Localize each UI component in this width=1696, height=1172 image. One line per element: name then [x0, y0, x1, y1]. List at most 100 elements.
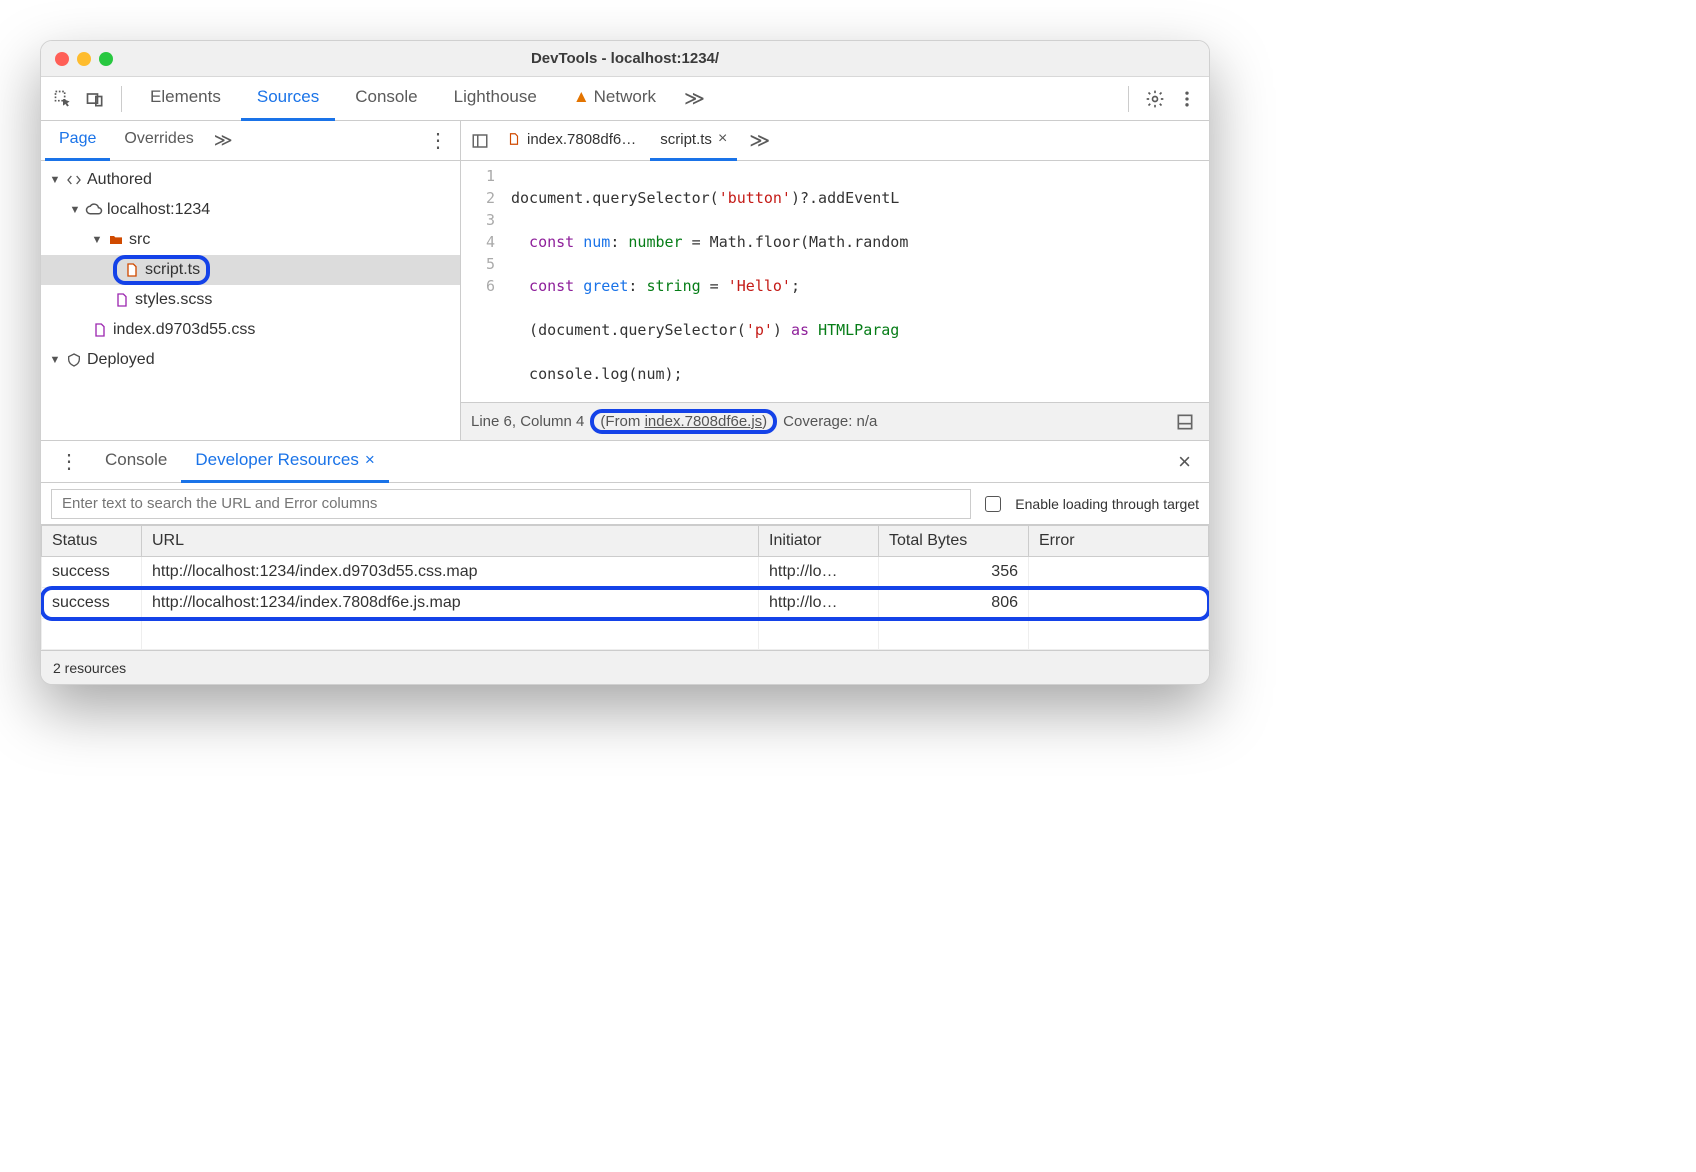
cloud-icon	[85, 201, 103, 219]
tab-lighthouse[interactable]: Lighthouse	[438, 77, 553, 121]
code-lines: document.querySelector('button')?.addEve…	[505, 161, 1209, 402]
cell-status: success	[42, 557, 142, 588]
warning-icon: ▲	[573, 87, 590, 107]
line-number: 4	[461, 231, 495, 253]
col-url[interactable]: URL	[142, 526, 759, 557]
table-row[interactable]: success http://localhost:1234/index.d970…	[42, 557, 1209, 588]
tree-group-deployed[interactable]: ▼ Deployed	[41, 345, 460, 375]
device-toolbar-icon[interactable]	[81, 85, 109, 113]
tab-label: Console	[105, 450, 167, 470]
table-row-empty	[42, 619, 1209, 650]
subtab-page[interactable]: Page	[45, 121, 110, 161]
search-input[interactable]	[51, 489, 971, 519]
tree-label: localhost:1234	[107, 201, 210, 219]
line-number: 6	[461, 275, 495, 297]
minimize-window-icon[interactable]	[77, 52, 91, 66]
line-number: 2	[461, 187, 495, 209]
tree-host[interactable]: ▼ localhost:1234	[41, 195, 460, 225]
chevron-down-icon: ▼	[69, 204, 81, 216]
tree-group-authored[interactable]: ▼ Authored	[41, 165, 460, 195]
tab-label: index.7808df6…	[527, 131, 636, 148]
tree-folder-src[interactable]: ▼ src	[41, 225, 460, 255]
drawer: ⋮ Console Developer Resources × × Enable…	[41, 441, 1209, 684]
coverage-status: Coverage: n/a	[783, 413, 877, 430]
devtools-window: DevTools - localhost:1234/ Elements Sour…	[40, 40, 1210, 685]
from-suffix: )	[762, 413, 767, 430]
folder-icon	[107, 231, 125, 249]
more-editor-tabs-icon[interactable]: ≫	[741, 128, 778, 153]
close-tab-icon[interactable]: ×	[718, 130, 727, 148]
tab-label: Lighthouse	[454, 87, 537, 107]
tree-file-styles-scss[interactable]: styles.scss	[41, 285, 460, 315]
file-icon	[123, 261, 141, 279]
tab-elements[interactable]: Elements	[134, 77, 237, 121]
tab-console[interactable]: Console	[339, 77, 433, 121]
editor-tab-script-ts[interactable]: script.ts ×	[650, 121, 737, 161]
code-editor[interactable]: 1 2 3 4 5 6 document.querySelector('butt…	[461, 161, 1209, 402]
file-icon	[91, 321, 109, 339]
enable-loading-checkbox[interactable]	[985, 496, 1001, 512]
more-subtabs-icon[interactable]: ≫	[208, 130, 239, 151]
line-number: 3	[461, 209, 495, 231]
table-row[interactable]: success http://localhost:1234/index.7808…	[42, 588, 1209, 619]
sourcemap-link[interactable]: index.7808df6e.js	[645, 413, 763, 430]
col-total-bytes[interactable]: Total Bytes	[879, 526, 1029, 557]
tab-label: Console	[355, 87, 417, 107]
tree-label: Authored	[87, 171, 152, 189]
chevron-right-icon: ▼	[49, 354, 61, 366]
close-tab-icon[interactable]: ×	[365, 450, 375, 470]
cell-initiator: http://lo…	[759, 557, 879, 588]
resource-count: 2 resources	[53, 660, 126, 676]
checkbox-label: Enable loading through target	[1015, 496, 1199, 512]
navigator-menu-icon[interactable]: ⋮	[416, 128, 460, 153]
col-error[interactable]: Error	[1029, 526, 1209, 557]
col-initiator[interactable]: Initiator	[759, 526, 879, 557]
subtab-label: Page	[59, 130, 96, 148]
file-tree[interactable]: ▼ Authored ▼ localhost:1234 ▼ src	[41, 161, 460, 440]
cell-url: http://localhost:1234/index.7808df6e.js.…	[142, 588, 759, 619]
navigator-panel: Page Overrides ≫ ⋮ ▼ Authored ▼ localhos…	[41, 121, 461, 440]
tab-label: Developer Resources	[195, 450, 358, 470]
editor-statusbar: Line 6, Column 4 (From index.7808df6e.js…	[461, 402, 1209, 440]
editor-panel: index.7808df6… script.ts × ≫ 1 2 3 4 5 6…	[461, 121, 1209, 440]
sourcemap-origin[interactable]: (From index.7808df6e.js)	[590, 409, 777, 434]
cell-url: http://localhost:1234/index.d9703d55.css…	[142, 557, 759, 588]
tab-sources[interactable]: Sources	[241, 77, 335, 121]
drawer-tabs: ⋮ Console Developer Resources × ×	[41, 441, 1209, 483]
close-drawer-icon[interactable]: ×	[1166, 449, 1203, 475]
resources-table: Status URL Initiator Total Bytes Error s…	[41, 525, 1209, 650]
drawer-tab-developer-resources[interactable]: Developer Resources ×	[181, 441, 388, 483]
col-status[interactable]: Status	[42, 526, 142, 557]
deployed-icon	[65, 351, 83, 369]
tree-label: script.ts	[145, 261, 200, 279]
chevron-down-icon: ▼	[49, 174, 61, 186]
tab-network[interactable]: ▲ Network	[557, 77, 672, 121]
editor-tab-index[interactable]: index.7808df6…	[497, 121, 646, 161]
subtab-overrides[interactable]: Overrides	[110, 121, 207, 161]
tab-label: Network	[594, 87, 656, 107]
tree-file-index-css[interactable]: index.d9703d55.css	[41, 315, 460, 345]
cell-initiator: http://lo…	[759, 588, 879, 619]
resources-footer: 2 resources	[41, 650, 1209, 684]
tree-file-script-ts[interactable]: script.ts	[41, 255, 460, 285]
main-toolbar: Elements Sources Console Lighthouse ▲ Ne…	[41, 77, 1209, 121]
toggle-navigator-icon[interactable]	[467, 128, 493, 154]
cell-bytes: 356	[879, 557, 1029, 588]
line-number: 1	[461, 165, 495, 187]
close-window-icon[interactable]	[55, 52, 69, 66]
tree-label: index.d9703d55.css	[113, 321, 255, 339]
zoom-window-icon[interactable]	[99, 52, 113, 66]
settings-icon[interactable]	[1141, 85, 1169, 113]
drawer-menu-icon[interactable]: ⋮	[47, 449, 91, 474]
kebab-menu-icon[interactable]	[1173, 85, 1201, 113]
more-tabs-icon[interactable]: ≫	[676, 86, 713, 111]
cell-status: success	[42, 588, 142, 619]
editor-tabs: index.7808df6… script.ts × ≫	[461, 121, 1209, 161]
collapse-panel-icon[interactable]	[1171, 408, 1199, 436]
drawer-tab-console[interactable]: Console	[91, 441, 181, 483]
tab-label: Sources	[257, 87, 319, 107]
from-prefix: (From	[600, 413, 644, 430]
inspect-element-icon[interactable]	[49, 85, 77, 113]
highlight-annotation: script.ts	[113, 255, 210, 285]
chevron-down-icon: ▼	[91, 234, 103, 246]
